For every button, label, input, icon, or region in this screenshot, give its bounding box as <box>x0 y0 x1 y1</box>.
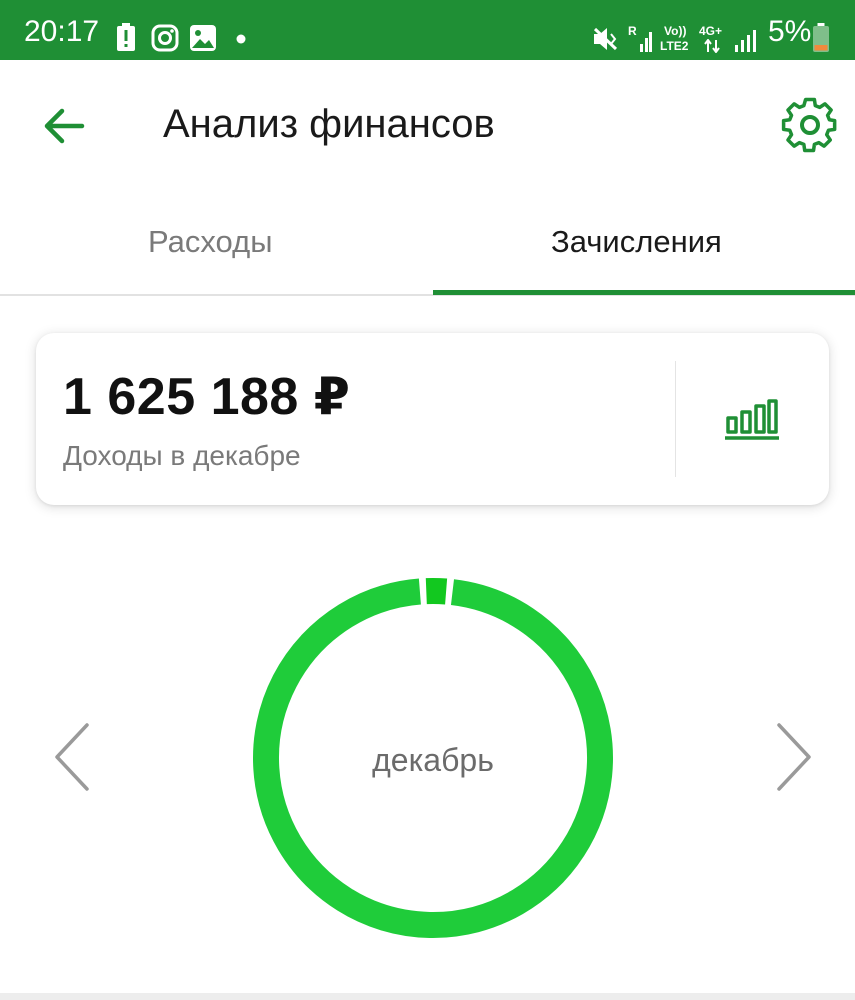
active-tab-indicator <box>433 290 855 295</box>
data-arrows-icon <box>704 39 720 53</box>
gallery-icon <box>190 25 216 51</box>
signal-icon <box>640 32 652 52</box>
bottom-strip <box>0 993 855 1000</box>
battery-icon <box>813 23 829 52</box>
battery-alert-icon <box>117 23 135 51</box>
bar-chart-icon[interactable] <box>724 399 780 441</box>
battery-percent: 5% <box>768 15 812 48</box>
status-time: 20:17 <box>24 15 100 48</box>
chevron-left-icon[interactable] <box>52 722 92 792</box>
chevron-right-icon[interactable] <box>774 722 814 792</box>
donut-segment[interactable] <box>425 578 448 605</box>
gear-icon[interactable] <box>780 95 840 155</box>
instagram-icon <box>151 24 179 52</box>
card-divider <box>675 361 676 477</box>
page-title: Анализ финансов <box>163 102 495 146</box>
tab-expenses[interactable]: Расходы <box>148 222 272 262</box>
notification-dot-icon <box>236 34 246 44</box>
lte-label: LTE2 <box>660 39 689 53</box>
income-caption: Доходы в декабре <box>63 440 301 471</box>
mute-vibrate-icon <box>593 27 618 51</box>
network-type-label: 4G+ <box>699 24 723 38</box>
arrow-left-icon[interactable] <box>38 100 90 152</box>
tab-income[interactable]: Зачисления <box>551 222 722 262</box>
income-summary-card[interactable]: 1 625 188 ₽ Доходы в декабре <box>36 333 829 505</box>
month-label: декабрь <box>372 742 494 778</box>
signal-icon <box>735 30 756 52</box>
income-amount: 1 625 188 ₽ <box>63 368 351 426</box>
volte-label: Vo)) <box>664 24 687 38</box>
status-bar: 20:17 R Vo)) LTE2 4G+ 5% <box>0 0 855 60</box>
